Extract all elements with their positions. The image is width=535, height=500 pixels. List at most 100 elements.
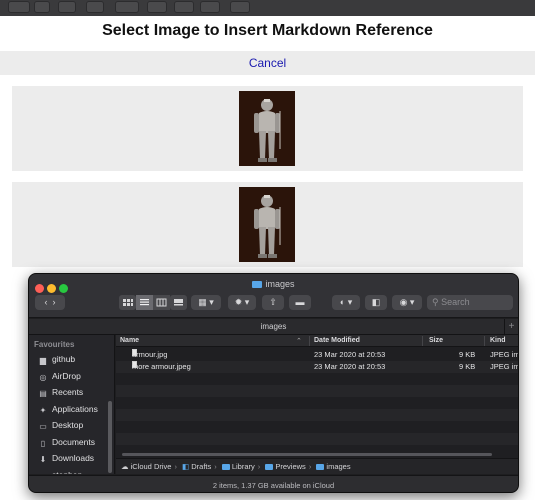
path-bar: ☁ iCloud Drive › ◧ Drafts › Library › Previ… <box>116 458 518 474</box>
screen: Select Image to Insert Markdown Referenc… <box>0 0 535 500</box>
toolbar-button[interactable] <box>147 1 167 13</box>
column-date-modified[interactable]: Date Modified <box>314 337 360 344</box>
sidebar-item-airdrop[interactable]: ◎ AirDrop <box>29 368 114 385</box>
toolbar-button[interactable] <box>86 1 104 13</box>
image-option[interactable] <box>12 182 523 267</box>
path-item[interactable]: iCloud Drive <box>131 462 172 471</box>
path-item[interactable]: images <box>326 462 350 471</box>
sidebar-item-stephen[interactable]: ⌂ stephen <box>29 467 114 475</box>
dialog-title: Select Image to Insert Markdown Referenc… <box>102 22 433 39</box>
file-size: 9 KB <box>459 362 476 371</box>
file-kind: JPEG ima <box>490 350 519 359</box>
table-row[interactable]: armour.jpg 23 Mar 2020 at 20:53 9 KB JPE… <box>116 349 519 361</box>
quicklook-icon: ◉ ▾ <box>399 297 415 307</box>
path-separator-icon: › <box>308 462 312 471</box>
search-input[interactable]: ⚲ Search <box>427 295 513 310</box>
toolbar-button[interactable] <box>34 1 50 13</box>
chevron-right-icon[interactable]: › <box>53 297 56 307</box>
toolbar-button[interactable] <box>200 1 220 13</box>
folder-icon <box>265 464 274 470</box>
view-mode-icons[interactable] <box>119 295 187 310</box>
drafts-app-icon: ◧ <box>182 462 190 471</box>
chevron-left-icon[interactable]: ‹ <box>44 297 47 307</box>
tag-button[interactable]: ▬ <box>289 295 311 310</box>
file-name-label: more armour.jpeg <box>132 362 191 371</box>
file-list: Name ⌃ Date Modified Size Kind armour.jp… <box>116 335 519 474</box>
downloads-icon: ⬇ <box>39 455 47 464</box>
empty-row <box>116 385 518 397</box>
path-item[interactable]: Library <box>232 462 255 471</box>
sidebar-item-label: Downloads <box>52 453 95 463</box>
drafts-button[interactable]: ◧ <box>365 295 387 310</box>
column-size[interactable]: Size <box>429 337 443 344</box>
cancel-button[interactable]: Cancel <box>0 51 535 75</box>
recents-icon: ▤ <box>39 389 47 398</box>
sidebar-scrollbar[interactable] <box>108 401 112 473</box>
icloud-icon: ☁ <box>121 462 129 471</box>
finder-window: images ‹ › ▦ ▾ ✹ ▾ ⇧ ▬ ◐ ▾ ◧ ◉ ▾ ⚲ Searc… <box>28 273 519 493</box>
toolbar-button[interactable] <box>230 1 250 13</box>
window-title: images <box>29 279 518 289</box>
applications-icon: ✦ <box>39 405 47 415</box>
sort-chevron-icon[interactable]: ⌃ <box>296 337 302 345</box>
folder-icon <box>316 464 325 470</box>
grid-icon: ▦ ▾ <box>198 297 214 307</box>
tab-images[interactable]: images + <box>29 319 518 335</box>
airdrop-icon: ◎ <box>39 372 47 382</box>
empty-row <box>116 397 518 409</box>
search-placeholder: Search <box>441 297 470 307</box>
horizontal-scrollbar[interactable] <box>122 453 492 456</box>
view-mode-group <box>119 295 187 310</box>
sidebar-item-desktop[interactable]: ▭ Desktop <box>29 417 114 434</box>
folder-icon <box>221 464 230 470</box>
desktop-icon: ▭ <box>39 422 47 431</box>
group-button[interactable]: ▦ ▾ <box>191 295 221 310</box>
new-tab-button[interactable]: + <box>504 319 518 335</box>
share-menu-button[interactable]: ◉ ▾ <box>392 295 422 310</box>
sidebar-item-label: Documents <box>52 436 95 447</box>
empty-row <box>116 433 518 445</box>
column-kind[interactable]: Kind <box>490 337 506 344</box>
path-separator-icon: › <box>257 462 261 471</box>
share-button[interactable]: ⇧ <box>262 295 284 310</box>
toolbar-button[interactable] <box>115 1 139 13</box>
toolbar-button[interactable] <box>174 1 194 13</box>
extension-button[interactable]: ◐ ▾ <box>332 295 360 310</box>
sidebar-item-documents[interactable]: ▯ Documents <box>29 434 114 451</box>
sidebar-item-downloads[interactable]: ⬇ Downloads <box>29 450 114 467</box>
action-button[interactable]: ✹ ▾ <box>228 295 256 310</box>
empty-row <box>116 409 518 421</box>
toolbar-button[interactable] <box>58 1 76 13</box>
drafts-icon: ◧ <box>371 297 381 307</box>
sidebar-item-recents[interactable]: ▤ Recents <box>29 384 114 401</box>
file-date: 23 Mar 2020 at 20:53 <box>314 350 386 359</box>
share-icon: ⇧ <box>269 297 277 307</box>
status-bar: 2 items, 1.37 GB available on iCloud <box>29 475 518 492</box>
home-icon: ⌂ <box>38 472 48 475</box>
folder-icon: ▆ <box>39 356 47 365</box>
file-date: 23 Mar 2020 at 20:53 <box>314 362 386 371</box>
back-forward-buttons[interactable]: ‹ › <box>35 295 65 310</box>
tab-label: images <box>260 322 287 331</box>
file-name-label: armour.jpg <box>132 350 168 359</box>
top-toolbar <box>0 0 535 16</box>
sidebar-item-label: Desktop <box>52 420 84 430</box>
file-kind: JPEG ima <box>490 362 519 371</box>
sidebar-item-label: Recents <box>52 387 84 397</box>
empty-row <box>116 421 518 433</box>
column-name[interactable]: Name <box>120 337 139 344</box>
sidebar-heading: Favourites <box>34 340 75 349</box>
armour-thumbnail <box>239 187 295 262</box>
sidebar-item-label: stephen <box>52 470 82 475</box>
path-item[interactable]: Previews <box>275 462 305 471</box>
documents-icon: ▯ <box>40 438 46 448</box>
image-option[interactable] <box>12 86 523 171</box>
toolbar-button[interactable] <box>8 1 30 13</box>
sidebar-item-applications[interactable]: ✦ Applications <box>29 401 114 418</box>
table-row[interactable]: more armour.jpeg 23 Mar 2020 at 20:53 9 … <box>116 361 519 373</box>
folder-icon <box>252 281 263 288</box>
path-item[interactable]: Drafts <box>191 462 211 471</box>
column-headers: Name ⌃ Date Modified Size Kind <box>116 335 518 347</box>
empty-row <box>116 373 518 385</box>
sidebar-item-github[interactable]: ▆ github <box>29 351 114 368</box>
